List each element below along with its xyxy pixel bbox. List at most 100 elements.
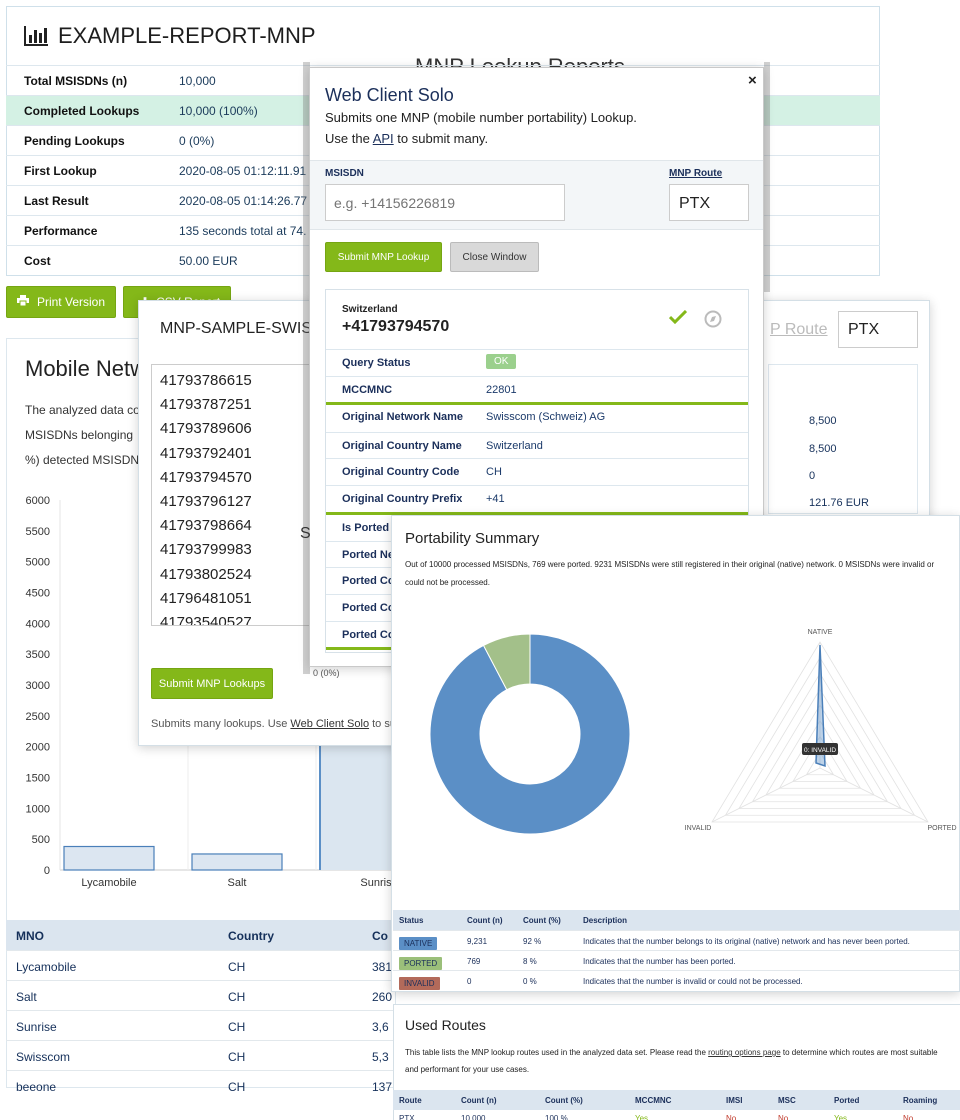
bg-stat-4: 121.76 EUR (809, 497, 869, 509)
printer-icon (16, 295, 29, 309)
bg-chart-bar-sunrise (319, 743, 391, 870)
report-row-value: 10,000 (100%) (179, 104, 258, 118)
report-row-value: 10,000 (179, 74, 216, 88)
routes-col-header: Route (399, 1096, 422, 1105)
routes-col-header: Count (%) (545, 1096, 583, 1105)
mobile-networks-desc-2: MSISDNs belonging (25, 428, 134, 442)
routes-col-header: IMSI (726, 1096, 743, 1105)
status-badge: NATIVE (399, 937, 438, 950)
report-row-label: First Lookup (24, 164, 97, 178)
y-tick-label: 2500 (26, 711, 50, 723)
bulk-route-label[interactable]: P Route (770, 321, 828, 339)
report-row-label: Cost (24, 254, 51, 268)
status-count: 9,231 (467, 937, 488, 946)
mno-col-count: Co (372, 929, 388, 943)
mobile-networks-desc-3: %) detected MSISDN (25, 453, 140, 467)
compass-icon[interactable] (704, 310, 722, 331)
print-version-button[interactable]: Print Version (6, 286, 116, 318)
submit-mnp-lookup-button[interactable]: Submit MNP Lookup (325, 242, 442, 272)
y-tick-label: 5000 (26, 557, 50, 569)
routes-table-header: Route Count (n) Count (%) MCCMNC IMSI MSC Port… (393, 1090, 960, 1110)
y-tick-label: 4000 (26, 618, 50, 630)
routes-cell: No (903, 1114, 914, 1120)
routes-col-header: MCCMNC (635, 1096, 672, 1105)
solo-result-label: Ported Co (342, 602, 395, 614)
mno-name: Swisscom (16, 1050, 71, 1064)
portability-desc-1: Out of 10000 processed MSISDNs, 769 were… (405, 560, 935, 569)
radar-label-ported: PORTED (927, 825, 956, 832)
solo-section-divider (326, 402, 748, 405)
mno-country: CH (228, 1020, 246, 1034)
report-row-label: Last Result (24, 194, 89, 208)
used-routes-desc-1: This table lists the MNP lookup routes u… (405, 1048, 958, 1057)
mno-count: 137 (372, 1080, 393, 1094)
y-tick-label: 0 (44, 865, 50, 877)
status-pct: 0 % (523, 977, 537, 986)
mnp-route-input[interactable]: PTX (669, 184, 749, 221)
x-tick-label: Salt (228, 877, 247, 889)
report-row-label: Pending Lookups (24, 134, 125, 148)
solo-result-label: Is Ported (342, 522, 390, 534)
bulk-number-line: 41793789606 (160, 420, 252, 438)
result-number: +41793794570 (342, 318, 450, 335)
solo-desc-2-suffix: to submit many. (393, 131, 489, 146)
mno-name: Lycamobile (16, 960, 77, 974)
routes-desc-prefix: This table lists the MNP lookup routes u… (405, 1048, 709, 1057)
solo-result-label: Ported Ne (342, 549, 394, 561)
radar-label-invalid: INVALID (685, 825, 712, 832)
status-count: 769 (467, 957, 481, 966)
bg-col-s: S (300, 525, 311, 542)
solo-result-value: 22801 (486, 384, 517, 396)
mno-country: CH (228, 1050, 246, 1064)
bulk-numbers-textarea[interactable]: 41793786615 41793787251 41793789606 4179379… (151, 364, 311, 626)
solo-result-value: CH (486, 466, 502, 478)
mno-table-header: MNO Country Co (6, 920, 396, 950)
api-link[interactable]: API (373, 131, 394, 146)
msisdn-input[interactable] (325, 184, 565, 221)
check-icon (668, 309, 688, 327)
mno-name: Sunrise (16, 1020, 57, 1034)
portability-donut-chart (429, 633, 631, 835)
mno-count: 3,6 (372, 1020, 389, 1034)
used-routes-title: Used Routes (405, 1017, 486, 1033)
mno-table-row: Sunrise CH 3,6 (6, 1010, 396, 1040)
bulk-number-line: 41793792401 (160, 444, 252, 462)
pt-col-count: Count (n) (467, 916, 503, 925)
report-row-value: 2020-08-05 01:12:11.91 (179, 164, 307, 178)
bg-stat-1: 8,500 (809, 415, 837, 427)
y-tick-label: 4500 (26, 588, 50, 600)
submit-mnp-lookups-button[interactable]: Submit MNP Lookups (151, 668, 273, 699)
bulk-footer-text: Submits many lookups. Use Web Client Sol… (151, 718, 414, 730)
solo-result-value: Swisscom (Schweiz) AG (486, 411, 606, 423)
mno-table-row: beeone CH 137 (6, 1070, 396, 1100)
routing-options-link[interactable]: routing options page (708, 1048, 781, 1057)
result-country: Switzerland (342, 304, 398, 315)
mobile-networks-desc-1: The analyzed data co (25, 403, 140, 417)
portability-title: Portability Summary (405, 530, 540, 547)
bg-stat-3: 0 (809, 470, 816, 482)
close-x-button[interactable]: × (748, 72, 757, 89)
routes-cell: 100 % (545, 1114, 568, 1120)
close-window-button[interactable]: Close Window (450, 242, 539, 272)
solo-result-label: Query Status (342, 357, 411, 369)
pt-col-status: Status (399, 916, 424, 925)
radar-tooltip-text: 0: INVALID (804, 747, 836, 754)
solo-desc-2: Use the API to submit many. (325, 131, 488, 146)
portability-table-row: PORTED 769 8 % Indicates that the number ha… (393, 950, 960, 970)
mnp-route-label[interactable]: MNP Route (669, 168, 722, 179)
bulk-number-line: 41793787251 (160, 396, 252, 414)
portability-table-row: INVALID 0 0 % Indicates that the number is … (393, 970, 960, 990)
bulk-number-line: 41793798664 (160, 517, 252, 535)
routes-col-header: Ported (834, 1096, 860, 1105)
report-row-label: Performance (24, 224, 98, 238)
portability-table: Status Count (n) Count (%) Description N… (393, 910, 960, 992)
status-pct: 92 % (523, 937, 542, 946)
status-desc: Indicates that the number has been porte… (583, 957, 736, 966)
bulk-route-input[interactable]: PTX (838, 311, 918, 348)
web-client-solo-link[interactable]: Web Client Solo (290, 718, 369, 730)
portability-table-row: NATIVE 9,231 92 % Indicates that the number… (393, 930, 960, 950)
routes-cell: Yes (834, 1114, 848, 1120)
solo-result-row: Query Status OK (326, 349, 748, 376)
mno-count: 381 (372, 960, 393, 974)
report-chart-icon (24, 26, 48, 46)
